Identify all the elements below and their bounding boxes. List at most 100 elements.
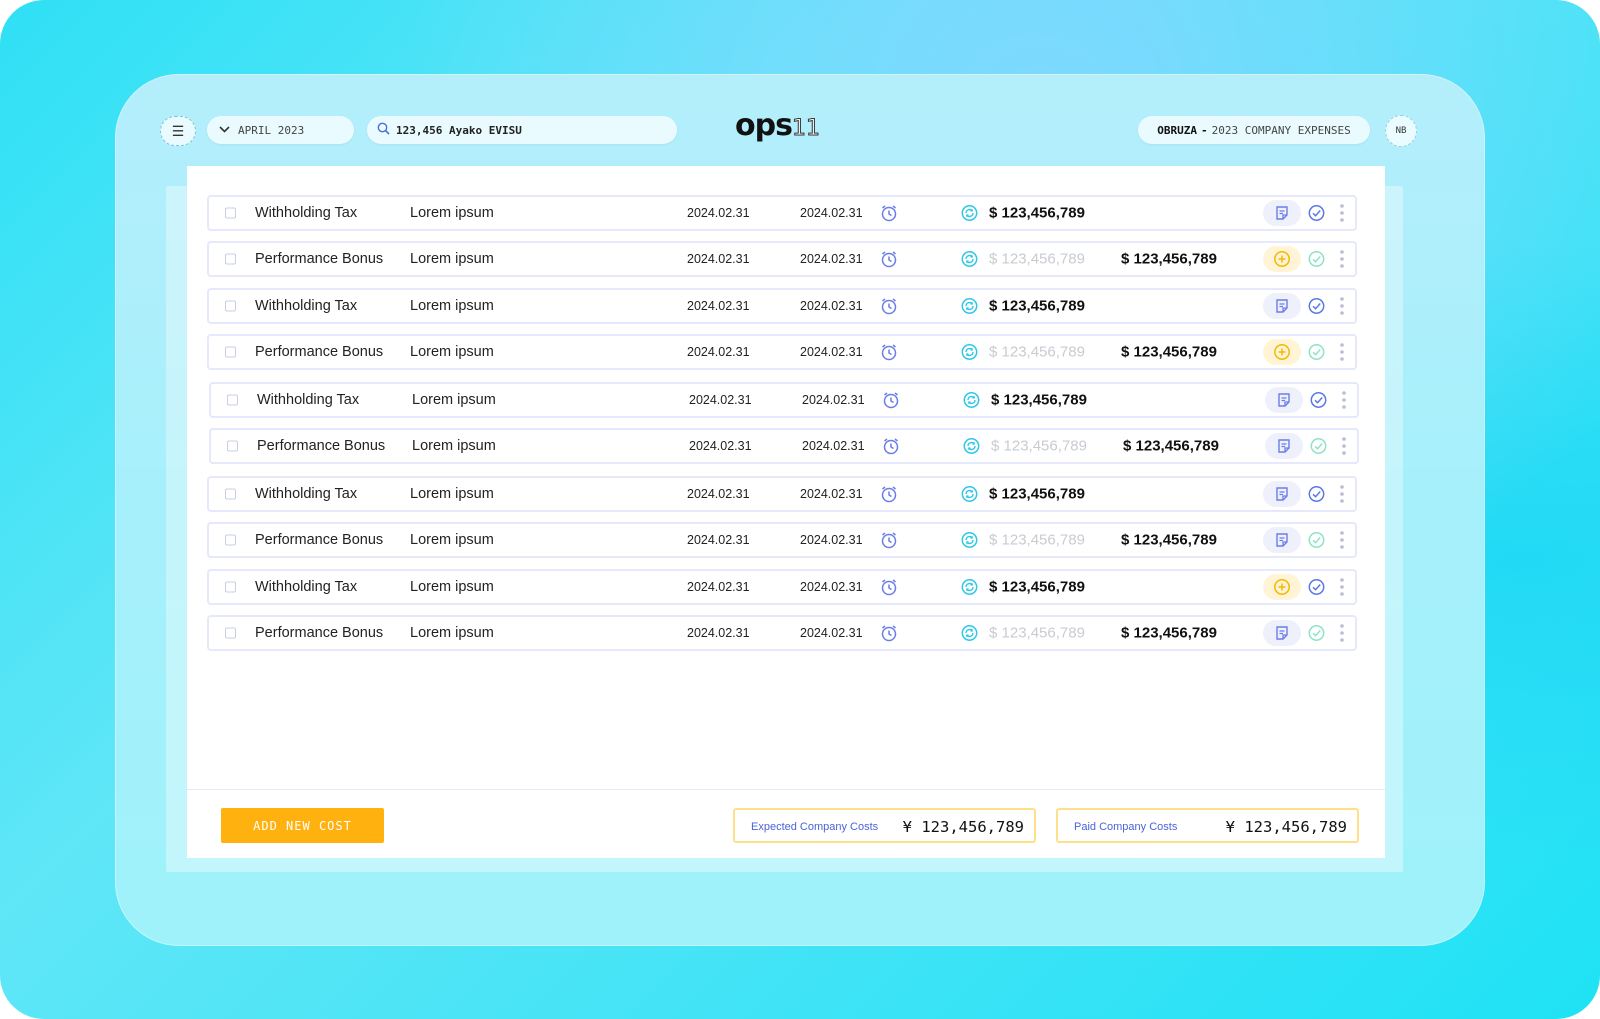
more-vertical-icon[interactable]	[1339, 203, 1345, 223]
alarm-clock-icon[interactable]	[880, 485, 898, 503]
note-button[interactable]	[1263, 481, 1301, 507]
expenses-panel: Withholding Tax Lorem ipsum 2024.02.31 2024…	[187, 166, 1385, 858]
check-circle-icon[interactable]	[1308, 625, 1325, 642]
more-vertical-icon[interactable]	[1341, 436, 1347, 456]
chevron-down-icon	[219, 125, 230, 136]
add-payment-button[interactable]	[1263, 339, 1301, 365]
row-checkbox[interactable]	[225, 207, 236, 219]
alarm-clock-icon[interactable]	[880, 343, 898, 361]
recurring-icon[interactable]	[961, 344, 978, 361]
table-row[interactable]: Withholding Tax Lorem ipsum 2024.02.31 2024…	[207, 569, 1357, 605]
row-checkbox[interactable]	[225, 627, 236, 639]
alarm-clock-icon[interactable]	[882, 437, 900, 455]
table-row[interactable]: Performance Bonus Lorem ipsum 2024.02.31 20…	[209, 428, 1359, 464]
more-vertical-icon[interactable]	[1341, 390, 1347, 410]
row-checkbox[interactable]	[225, 581, 236, 593]
plus-circle-icon	[1273, 250, 1291, 268]
due-date: 2024.02.31	[800, 626, 863, 640]
avatar-initials: NB	[1395, 126, 1407, 136]
expected-costs-label: Expected Company Costs	[751, 821, 879, 833]
start-date: 2024.02.31	[687, 487, 750, 501]
recurring-icon[interactable]	[961, 486, 978, 503]
due-date: 2024.02.31	[800, 252, 863, 266]
expected-amount: $ 123,456,789	[989, 297, 1085, 315]
more-vertical-icon[interactable]	[1339, 249, 1345, 269]
table-row[interactable]: Withholding Tax Lorem ipsum 2024.02.31 2024…	[207, 288, 1357, 324]
check-circle-icon[interactable]	[1310, 392, 1327, 409]
expected-amount: $ 123,456,789	[989, 624, 1085, 642]
row-checkbox[interactable]	[227, 394, 238, 406]
check-circle-icon[interactable]	[1308, 579, 1325, 596]
check-circle-icon[interactable]	[1308, 344, 1325, 361]
alarm-clock-icon[interactable]	[880, 250, 898, 268]
company-separator: -	[1201, 123, 1208, 137]
recurring-icon[interactable]	[961, 205, 978, 222]
note-icon	[1276, 438, 1292, 454]
check-circle-icon[interactable]	[1310, 438, 1327, 455]
check-circle-icon[interactable]	[1308, 298, 1325, 315]
start-date: 2024.02.31	[687, 626, 750, 640]
row-checkbox[interactable]	[225, 300, 236, 312]
note-button[interactable]	[1263, 293, 1301, 319]
note-button[interactable]	[1263, 527, 1301, 553]
month-selector[interactable]: APRIL 2023	[207, 116, 354, 144]
app-logo: ops11	[735, 108, 820, 144]
check-circle-icon[interactable]	[1308, 251, 1325, 268]
alarm-clock-icon[interactable]	[880, 204, 898, 222]
recurring-icon[interactable]	[961, 251, 978, 268]
table-row[interactable]: Performance Bonus Lorem ipsum 2024.02.31 20…	[207, 522, 1357, 558]
recurring-icon[interactable]	[963, 438, 980, 455]
check-circle-icon[interactable]	[1308, 486, 1325, 503]
check-circle-icon[interactable]	[1308, 532, 1325, 549]
search-value: 123,456 Ayako EVISU	[396, 123, 522, 137]
menu-button[interactable]: ☰	[160, 116, 196, 146]
start-date: 2024.02.31	[687, 299, 750, 313]
more-vertical-icon[interactable]	[1339, 530, 1345, 550]
more-vertical-icon[interactable]	[1339, 577, 1345, 597]
table-row[interactable]: Performance Bonus Lorem ipsum 2024.02.31 20…	[207, 334, 1357, 370]
table-row[interactable]: Withholding Tax Lorem ipsum 2024.02.31 2024…	[207, 195, 1357, 231]
divider	[187, 789, 1385, 790]
recurring-icon[interactable]	[961, 625, 978, 642]
note-icon	[1274, 205, 1290, 221]
recurring-icon[interactable]	[961, 532, 978, 549]
avatar[interactable]: NB	[1385, 115, 1417, 147]
add-new-cost-button[interactable]: ADD NEW COST	[221, 808, 384, 843]
add-payment-button[interactable]	[1263, 246, 1301, 272]
note-button[interactable]	[1263, 620, 1301, 646]
cost-name: Performance Bonus	[255, 344, 384, 360]
alarm-clock-icon[interactable]	[880, 624, 898, 642]
expected-amount: $ 123,456,789	[989, 531, 1085, 549]
cost-description: Lorem ipsum	[410, 625, 494, 641]
more-vertical-icon[interactable]	[1339, 342, 1345, 362]
table-row[interactable]: Withholding Tax Lorem ipsum 2024.02.31 2024…	[207, 476, 1357, 512]
table-row[interactable]: Performance Bonus Lorem ipsum 2024.02.31 20…	[207, 241, 1357, 277]
expected-amount: $ 123,456,789	[989, 204, 1085, 222]
search-input[interactable]: 123,456 Ayako EVISU	[367, 116, 677, 144]
alarm-clock-icon[interactable]	[880, 297, 898, 315]
row-checkbox[interactable]	[225, 253, 236, 265]
hamburger-icon: ☰	[171, 123, 185, 139]
recurring-icon[interactable]	[961, 579, 978, 596]
table-row[interactable]: Performance Bonus Lorem ipsum 2024.02.31 20…	[207, 615, 1357, 651]
note-button[interactable]	[1263, 200, 1301, 226]
alarm-clock-icon[interactable]	[880, 578, 898, 596]
table-row[interactable]: Withholding Tax Lorem ipsum 2024.02.31 2024…	[209, 382, 1359, 418]
more-vertical-icon[interactable]	[1339, 296, 1345, 316]
cost-name: Performance Bonus	[257, 438, 386, 454]
more-vertical-icon[interactable]	[1339, 484, 1345, 504]
recurring-icon[interactable]	[963, 392, 980, 409]
alarm-clock-icon[interactable]	[882, 391, 900, 409]
alarm-clock-icon[interactable]	[880, 531, 898, 549]
row-checkbox[interactable]	[227, 440, 238, 452]
more-vertical-icon[interactable]	[1339, 623, 1345, 643]
note-button[interactable]	[1265, 433, 1303, 459]
row-checkbox[interactable]	[225, 488, 236, 500]
check-circle-icon[interactable]	[1308, 205, 1325, 222]
note-button[interactable]	[1265, 387, 1303, 413]
row-checkbox[interactable]	[225, 534, 236, 546]
add-payment-button[interactable]	[1263, 574, 1301, 600]
recurring-icon[interactable]	[961, 298, 978, 315]
company-selector[interactable]: OBRUZA - 2023 COMPANY EXPENSES	[1138, 116, 1370, 144]
row-checkbox[interactable]	[225, 346, 236, 358]
